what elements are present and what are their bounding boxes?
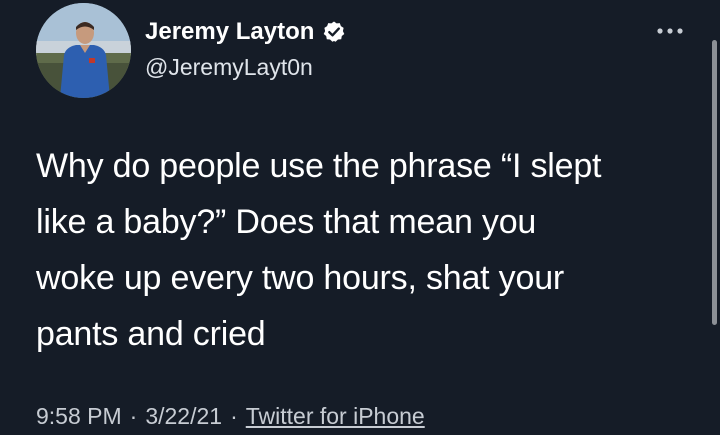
tweet-meta: 9:58 PM · 3/22/21 · Twitter for iPhone [36, 398, 425, 434]
tweet-card: Jeremy Layton @JeremyLayt0n Why do peopl… [0, 0, 720, 435]
author-name-row: Jeremy Layton [145, 14, 346, 50]
tweet-time[interactable]: 9:58 PM [36, 403, 122, 430]
avatar-image [36, 3, 131, 98]
tweet-source-link[interactable]: Twitter for iPhone [246, 403, 425, 430]
author-handle[interactable]: @JeremyLayt0n [145, 54, 313, 81]
more-options-icon [657, 28, 683, 34]
meta-separator: · [230, 402, 238, 429]
scrollbar[interactable] [712, 40, 717, 325]
more-options-button[interactable] [650, 18, 690, 44]
verified-badge-icon [322, 20, 346, 44]
tweet-date[interactable]: 3/22/21 [145, 403, 222, 430]
author-display-name[interactable]: Jeremy Layton [145, 18, 314, 46]
meta-separator: · [129, 402, 138, 429]
avatar[interactable] [36, 3, 131, 98]
tweet-text: Why do people use the phrase “I slept li… [36, 147, 602, 353]
